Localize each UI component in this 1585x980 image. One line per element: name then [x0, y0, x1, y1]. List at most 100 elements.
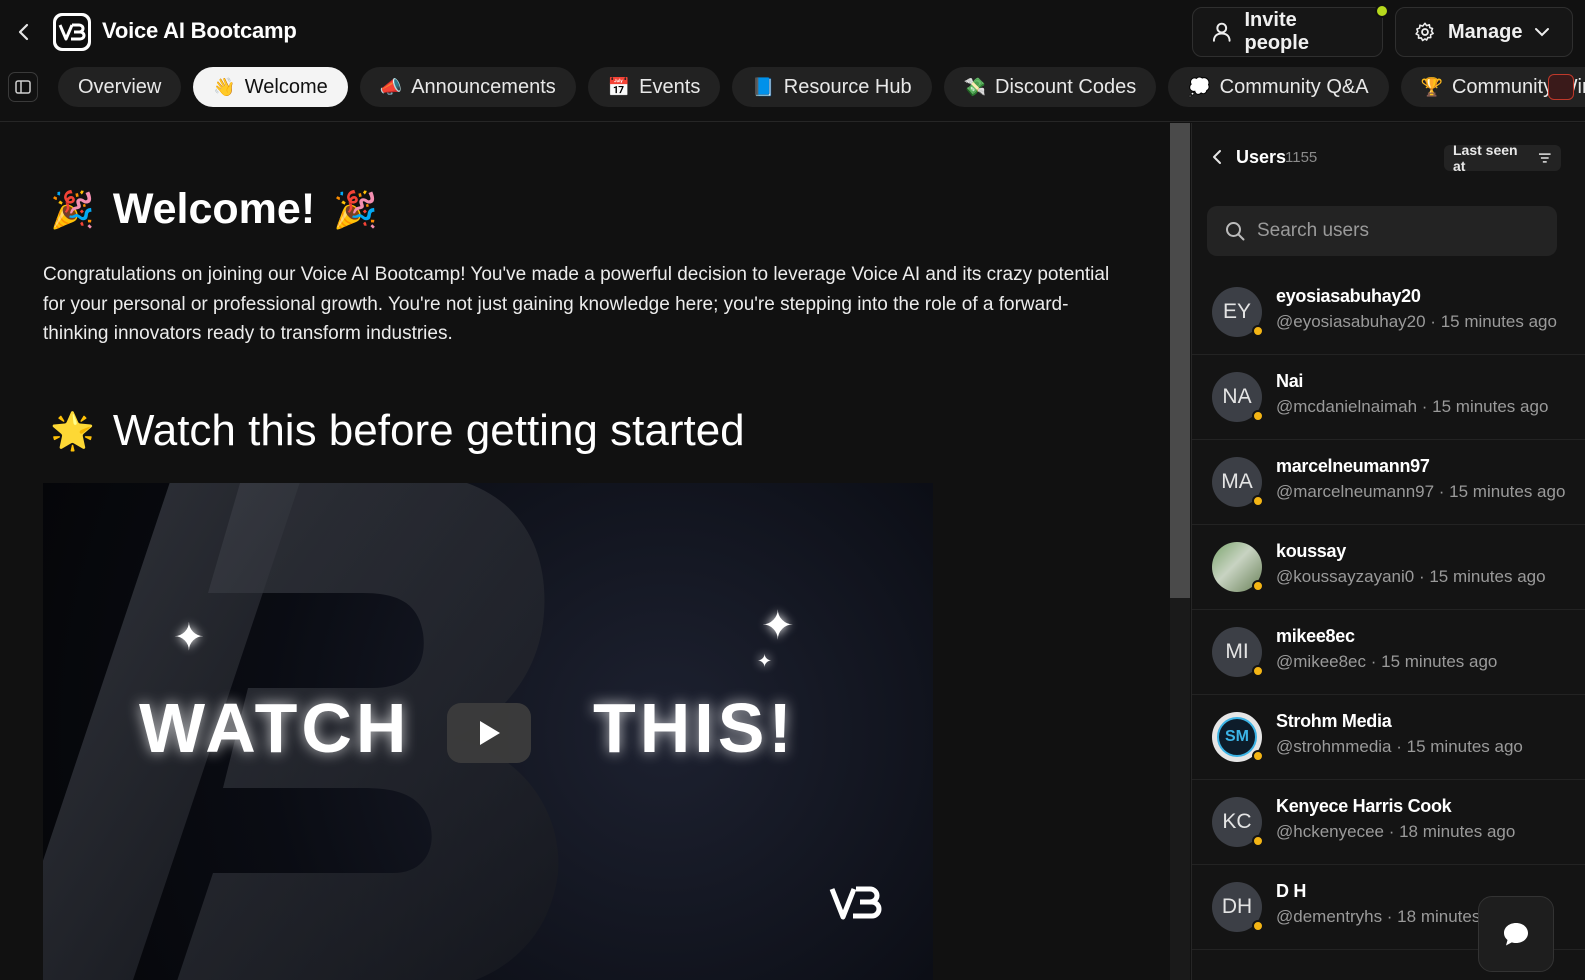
tab-overflow-icon[interactable]	[1548, 74, 1574, 100]
user-handle-last-seen: @eyosiasabuhay20 · 15 minutes ago	[1276, 312, 1557, 331]
filter-lines-icon	[1539, 153, 1552, 163]
sidebar-icon	[15, 80, 31, 94]
search-users-input[interactable]	[1257, 220, 1537, 242]
tab-welcome[interactable]: 👋 Welcome	[193, 67, 348, 107]
manage-label: Manage	[1448, 20, 1523, 43]
tab-emoji-icon: 👋	[213, 77, 236, 97]
avatar-initials: EY	[1222, 300, 1251, 323]
user-handle-last-seen: @koussayzayani0 · 15 minutes ago	[1276, 567, 1546, 586]
tab-emoji-icon: 🏆	[1420, 77, 1443, 97]
avatar[interactable]	[1212, 542, 1264, 592]
welcome-heading: 🎉 Welcome! 🎉	[50, 185, 378, 234]
tab-emoji-icon: 💭	[1188, 77, 1211, 97]
tab-label: Announcements	[411, 75, 556, 98]
avatar[interactable]: SM	[1212, 712, 1264, 762]
main-content: 🎉 Welcome! 🎉 Congratulations on joining …	[0, 123, 1170, 980]
avatar[interactable]: KC	[1212, 797, 1264, 847]
online-status-dot	[1252, 410, 1264, 422]
user-list-item[interactable]: EY eyosiasabuhay20 @eyosiasabuhay20 · 15 m…	[1192, 270, 1585, 355]
avatar[interactable]: NA	[1212, 372, 1264, 422]
main-scrollbar[interactable]	[1170, 123, 1190, 980]
invite-people-label: Invite people	[1244, 9, 1309, 54]
user-list: EY eyosiasabuhay20 @eyosiasabuhay20 · 15 m…	[1192, 270, 1585, 950]
back-button[interactable]	[12, 20, 36, 44]
tab-events[interactable]: 📅 Events	[587, 67, 721, 107]
user-handle-last-seen: @marcelneumann97 · 15 minutes ago	[1276, 482, 1566, 501]
sidebar-toggle-button[interactable]	[8, 72, 38, 102]
user-handle-last-seen: @strohmmedia · 15 minutes ago	[1276, 737, 1523, 756]
avatar[interactable]: EY	[1212, 287, 1264, 337]
tab-list: Overview 👋 Welcome 📣 Announcements 📅 Events 📘 Re…	[58, 67, 1585, 107]
tab-emoji-icon: 📘	[752, 77, 775, 97]
user-name: Nai	[1276, 371, 1304, 391]
avatar-initials: DH	[1221, 895, 1253, 918]
manage-button[interactable]: Manage	[1395, 7, 1573, 57]
watch-heading-text: Watch this before getting started	[112, 406, 745, 455]
user-name: koussay	[1276, 541, 1346, 561]
user-list-item[interactable]: MA marcelneumann97 @marcelneumann97 · 15 m…	[1192, 440, 1585, 525]
user-name: Strohm Media	[1276, 711, 1392, 731]
user-handle-last-seen: @hckenyecee · 18 minutes ago	[1276, 822, 1516, 841]
tab-emoji-icon: 📅	[607, 77, 631, 97]
tab-label: Community Q&A	[1219, 75, 1369, 98]
welcome-heading-text: Welcome!	[112, 185, 316, 233]
user-list-item[interactable]: SM Strohm Media @strohmmedia · 15 minutes …	[1192, 695, 1585, 780]
video-text-watch: WATCH	[139, 689, 411, 767]
tab-label: Events	[639, 75, 701, 98]
user-name: mikee8ec	[1276, 626, 1355, 646]
chat-button[interactable]	[1478, 896, 1554, 972]
party-popper-icon: 🎉	[333, 188, 378, 230]
sparkle-icon: ✦	[761, 604, 795, 648]
avatar-initials: MI	[1225, 640, 1249, 663]
user-list-item[interactable]: koussay @koussayzayani0 · 15 minutes ago	[1192, 525, 1585, 610]
tab-label: Resource Hub	[783, 75, 912, 98]
users-panel-header: Users 1155 Last seen at	[1192, 123, 1585, 193]
glowing-star-icon: 🌟	[50, 410, 95, 451]
tab-resource-hub[interactable]: 📘 Resource Hub	[732, 67, 932, 107]
user-handle-last-seen: @mcdanielnaimah · 15 minutes ago	[1276, 397, 1549, 416]
tab-community-q-a[interactable]: 💭 Community Q&A	[1168, 67, 1389, 107]
user-name: Kenyece Harris Cook	[1276, 796, 1452, 816]
play-button[interactable]	[447, 703, 531, 763]
watch-heading: 🌟 Watch this before getting started	[50, 406, 745, 456]
avatar[interactable]: MA	[1212, 457, 1264, 507]
online-status-dot	[1252, 750, 1264, 762]
user-name: marcelneumann97	[1276, 456, 1430, 476]
online-status-dot	[1252, 325, 1264, 337]
user-list-item[interactable]: KC Kenyece Harris Cook @hckenyecee · 18 mi…	[1192, 780, 1585, 865]
chat-bubble-icon	[1504, 923, 1528, 946]
tab-label: Welcome	[244, 75, 328, 98]
tab-label: Discount Codes	[995, 75, 1137, 98]
party-popper-icon: 🎉	[50, 188, 95, 230]
video-text-this: THIS!	[593, 689, 796, 767]
gear-icon	[1415, 22, 1434, 42]
invite-people-button[interactable]: Invite people	[1192, 7, 1383, 57]
play-icon	[480, 721, 500, 745]
tab-discount-codes[interactable]: 💸 Discount Codes	[943, 67, 1157, 107]
tab-announcements[interactable]: 📣 Announcements	[359, 67, 576, 107]
chevron-left-icon[interactable]	[1208, 147, 1226, 167]
avatar-initials: NA	[1222, 385, 1252, 408]
video-watermark-logo	[829, 886, 882, 920]
user-icon	[1212, 22, 1231, 42]
community-logo[interactable]	[53, 13, 91, 51]
tab-overview[interactable]: Overview	[58, 67, 182, 107]
top-header: Voice AI Bootcamp Invite people Manage	[0, 0, 1585, 64]
space-tab-bar: Overview 👋 Welcome 📣 Announcements 📅 Events 📘 Re…	[0, 64, 1585, 122]
search-users-field[interactable]	[1207, 206, 1557, 256]
user-list-item[interactable]: MI mikee8ec @mikee8ec · 15 minutes ago	[1192, 610, 1585, 695]
user-list-item[interactable]: NA Nai @mcdanielnaimah · 15 minutes ago	[1192, 355, 1585, 440]
avatar-initials: SM	[1217, 717, 1257, 757]
main-scrollbar-thumb[interactable]	[1170, 123, 1190, 598]
online-status-dot	[1252, 665, 1264, 677]
online-status-dot	[1252, 580, 1264, 592]
chevron-down-icon	[1535, 28, 1550, 37]
avatar[interactable]: MI	[1212, 627, 1264, 677]
online-status-dot	[1252, 835, 1264, 847]
sort-last-seen-button[interactable]: Last seen at	[1444, 142, 1561, 174]
avatar-initials: MA	[1221, 470, 1253, 493]
tab-emoji-icon: 💸	[963, 77, 987, 97]
welcome-intro-text: Congratulations on joining our Voice AI …	[43, 264, 1110, 344]
avatar[interactable]: DH	[1212, 882, 1264, 932]
welcome-video-player[interactable]: ✦ ✦ ✦ WATCH THIS!	[43, 483, 933, 980]
